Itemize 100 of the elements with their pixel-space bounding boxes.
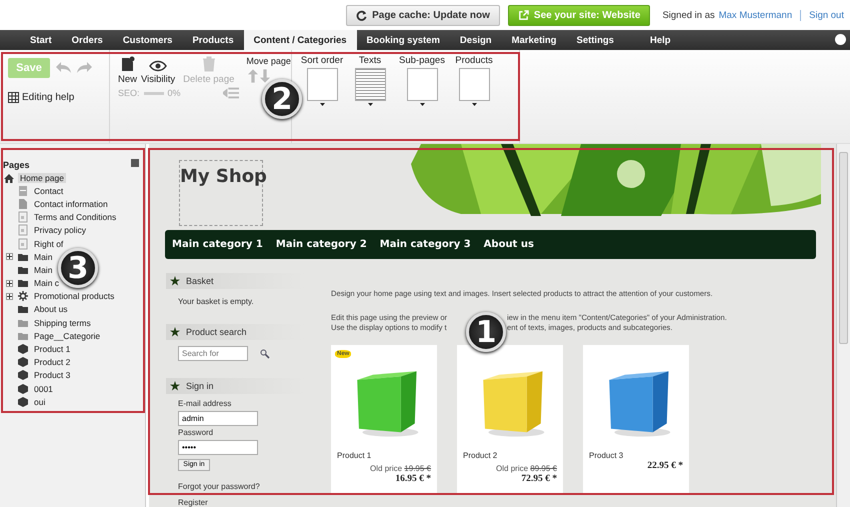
- search-icon[interactable]: [260, 348, 270, 358]
- box-title: Basket: [186, 276, 214, 286]
- nav-tab[interactable]: Start: [20, 30, 62, 50]
- email-label: E-mail address: [178, 399, 232, 409]
- tree-item[interactable]: Right of: [32, 238, 66, 249]
- gear-icon: [17, 290, 29, 302]
- box-icon: [17, 382, 29, 395]
- redo-icon[interactable]: [76, 61, 94, 75]
- down-arrow-icon[interactable]: [260, 68, 270, 84]
- undo-icon[interactable]: [54, 61, 72, 75]
- view-option-button[interactable]: Sort order: [300, 55, 344, 106]
- layout-thumbnail: [354, 68, 386, 101]
- view-option-button[interactable]: Products: [448, 55, 500, 106]
- refresh-icon: [356, 10, 368, 20]
- grid-icon: [8, 92, 19, 103]
- user-link[interactable]: Max Mustermann: [718, 10, 792, 20]
- seo-gauge: [144, 92, 164, 94]
- category-link[interactable]: Main category 2: [276, 239, 367, 250]
- layout-thumbnail: [406, 68, 438, 101]
- nav-tab[interactable]: Help: [640, 30, 681, 50]
- editing-help-link[interactable]: Editing help: [22, 92, 74, 103]
- tree-item[interactable]: Contact: [32, 186, 66, 196]
- old-price: Old price 89.95 €: [495, 463, 558, 474]
- tree-item[interactable]: Home page: [18, 172, 66, 183]
- nav-tab[interactable]: Orders: [62, 30, 113, 50]
- box-icon: [17, 343, 29, 356]
- expand-icon[interactable]: [6, 280, 13, 287]
- shop-title: My Shop: [180, 166, 267, 187]
- sign-out-link[interactable]: Sign out: [809, 10, 844, 20]
- basket-text: Your basket is empty.: [178, 297, 255, 307]
- caret-icon: [368, 103, 372, 106]
- password-field[interactable]: •••••: [178, 440, 258, 455]
- tree-item[interactable]: Product 1: [32, 344, 72, 354]
- category-link[interactable]: About us: [484, 239, 534, 250]
- nav-tab[interactable]: Booking system: [356, 30, 450, 50]
- product-price: 22.95 € *: [646, 461, 684, 472]
- tree-item[interactable]: Product 3: [32, 370, 72, 380]
- document-icon: [17, 198, 29, 210]
- password-label: Password: [178, 428, 214, 438]
- folder-icon: [17, 277, 29, 290]
- tree-item[interactable]: Promotional products: [32, 291, 116, 302]
- tree-item[interactable]: Product 2: [32, 357, 72, 368]
- cache-update-button[interactable]: Page cache: Update now: [346, 4, 500, 26]
- star-icon: [170, 381, 180, 391]
- tree-item[interactable]: Page__Categorie: [32, 330, 102, 341]
- product-name: Product 3: [589, 451, 624, 461]
- tree-item[interactable]: About us: [32, 304, 70, 314]
- pages-title: Pages: [3, 159, 30, 171]
- tree-item[interactable]: Main: [32, 252, 54, 262]
- external-link-icon: [518, 10, 529, 20]
- caret-icon: [420, 103, 424, 106]
- tree-item[interactable]: Terms and Conditions: [32, 212, 118, 222]
- signed-in-text: Signed in as: [662, 10, 715, 20]
- email-field[interactable]: admin: [178, 411, 258, 426]
- tree-item[interactable]: 0001: [32, 384, 55, 394]
- star-icon: [170, 327, 180, 337]
- house-icon: [3, 172, 15, 184]
- tree-item[interactable]: Shipping terms: [32, 318, 93, 328]
- visibility-button[interactable]: Visibility: [141, 60, 176, 85]
- caret-icon: [472, 103, 476, 106]
- collapse-panel-icon[interactable]: [131, 159, 139, 167]
- product-card[interactable]: Product 2 Old price 89.95 € 72.95 € *: [457, 345, 563, 495]
- outdent-icon[interactable]: [222, 87, 239, 99]
- box-icon: [17, 356, 29, 368]
- search-field[interactable]: Search for: [178, 346, 248, 361]
- new-page-button[interactable]: New: [118, 56, 138, 85]
- tree-item[interactable]: Privacy policy: [32, 225, 88, 236]
- nav-tab[interactable]: Design: [450, 30, 502, 50]
- expand-icon[interactable]: [6, 253, 13, 260]
- caret-icon: [320, 103, 324, 106]
- nav-tab[interactable]: Settings: [566, 30, 624, 50]
- seo-value: 0%: [168, 88, 181, 98]
- up-arrow-icon[interactable]: [248, 68, 258, 84]
- box-title: Product search: [186, 327, 247, 337]
- seo-label: SEO:: [118, 88, 140, 98]
- text-page-icon: [17, 211, 29, 224]
- nav-tab[interactable]: Content / Categories: [244, 30, 357, 50]
- product-card[interactable]: Product 3 22.95 € *: [583, 345, 689, 495]
- tree-item[interactable]: Main: [32, 264, 54, 275]
- forgot-password-link[interactable]: Forgot your password?: [178, 482, 306, 492]
- trash-icon: [202, 56, 216, 72]
- nav-tab[interactable]: Customers: [112, 30, 182, 50]
- tree-item[interactable]: Contact information: [32, 198, 110, 209]
- move-page-label: Move page: [246, 56, 291, 66]
- form-icon: [17, 184, 29, 197]
- eye-icon: [149, 60, 168, 72]
- expand-icon[interactable]: [6, 292, 13, 300]
- nav-tab[interactable]: Products: [182, 30, 244, 50]
- product-price: 16.95 € *: [394, 474, 432, 485]
- text-page-icon: [17, 238, 29, 250]
- tree-item[interactable]: oui: [32, 396, 48, 407]
- view-option-button[interactable]: Texts: [344, 55, 396, 106]
- category-link[interactable]: Main category 3: [380, 239, 471, 250]
- view-option-button[interactable]: Sub-pages: [396, 55, 448, 106]
- category-link[interactable]: Main category 1: [172, 239, 263, 250]
- scrollbar[interactable]: [836, 144, 850, 507]
- old-price: Old price 19.95 €: [369, 463, 432, 474]
- layout-thumbnail: [458, 68, 490, 101]
- register-link[interactable]: Register: [178, 499, 306, 507]
- nav-tab[interactable]: Marketing: [502, 30, 566, 50]
